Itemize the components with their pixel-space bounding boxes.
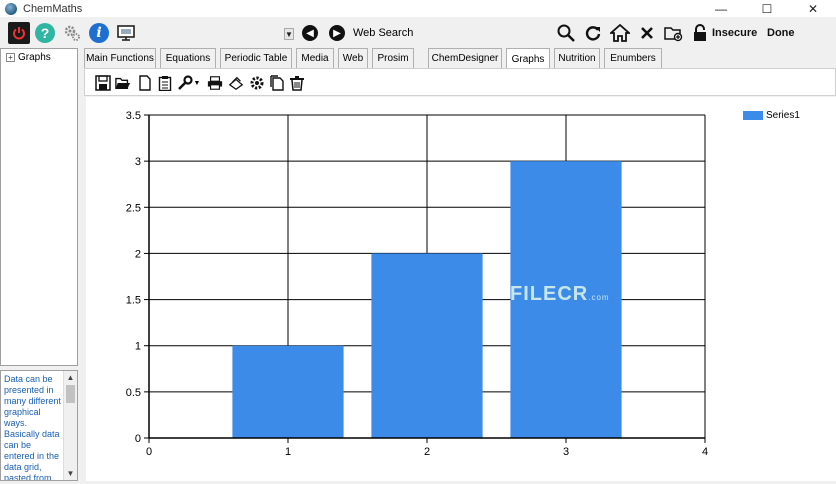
tab-graphs[interactable]: Graphs: [506, 48, 550, 69]
forward-icon[interactable]: ▶: [326, 22, 348, 44]
web-search-label[interactable]: Web Search: [353, 27, 413, 39]
power-icon[interactable]: [8, 22, 30, 44]
x-tick-label: 1: [285, 446, 291, 458]
description-scrollbar[interactable]: ▲ ▼: [63, 371, 77, 480]
graph-toolbar: ▼: [84, 68, 836, 96]
chart-area: 0 0.5 1 1.5 2 2.5 3 3.5 0 1 2 3 4 FILECR.com Series1: [86, 97, 836, 481]
legend-series-label: Series1: [766, 110, 800, 121]
help-icon[interactable]: ?: [34, 22, 56, 44]
bar-chart: 0 0.5 1 1.5 2 2.5 3 3.5 0 1 2 3 4: [126, 110, 708, 458]
screen-icon[interactable]: [115, 22, 137, 44]
tree-item-graphs[interactable]: + Graphs: [1, 49, 77, 63]
y-tick-label: 2.5: [126, 202, 141, 214]
y-tick-label: 3.5: [126, 110, 141, 122]
tab-web[interactable]: Web: [338, 48, 368, 68]
info-icon[interactable]: i: [88, 22, 110, 44]
delete-icon[interactable]: [289, 75, 305, 91]
tab-nutrition[interactable]: Nutrition: [554, 48, 600, 68]
maximize-button[interactable]: ☐: [744, 0, 790, 17]
settings-icon[interactable]: [249, 75, 265, 91]
wrench-dropdown-icon[interactable]: ▼: [193, 75, 201, 91]
back-icon[interactable]: ◀: [299, 22, 321, 44]
tab-chemdesigner[interactable]: ChemDesigner: [428, 48, 502, 68]
clipboard-icon[interactable]: [157, 75, 173, 91]
watermark-text: FILECR: [510, 283, 589, 305]
chevron-down-icon[interactable]: ▼: [284, 28, 294, 40]
tab-equations[interactable]: Equations: [160, 48, 216, 68]
x-tick-label: 3: [563, 446, 569, 458]
search-icon[interactable]: [555, 22, 577, 44]
app-logo-icon: [5, 2, 17, 15]
title-bar: ChemMaths — ☐ ✕: [0, 0, 836, 17]
y-tick-label: 3: [135, 156, 141, 168]
done-button[interactable]: Done: [767, 27, 795, 39]
lock-icon: [689, 22, 711, 44]
wrench-icon[interactable]: [177, 75, 193, 91]
tab-prosim[interactable]: Prosim: [372, 48, 414, 68]
description-panel: Data can be presented in many different …: [0, 370, 78, 481]
minimize-button[interactable]: —: [698, 0, 744, 17]
add-folder-icon[interactable]: [662, 22, 684, 44]
y-tick-label: 1.5: [126, 295, 141, 307]
scroll-up-icon[interactable]: ▲: [64, 371, 77, 384]
close-window-button[interactable]: ✕: [790, 0, 836, 17]
window-controls: — ☐ ✕: [698, 0, 836, 17]
refresh-icon[interactable]: [582, 22, 604, 44]
new-document-icon[interactable]: [137, 75, 153, 91]
tab-media[interactable]: Media: [296, 48, 334, 68]
watermark-suffix: .com: [588, 293, 610, 302]
scroll-down-icon[interactable]: ▼: [64, 467, 77, 480]
main-toolbar: ? i ▼ ◀ ▶ Web Search Insecure Done: [0, 18, 836, 48]
y-tick-label: 0: [135, 433, 141, 445]
tab-strip: Main Functions Equations Periodic Table …: [84, 48, 836, 69]
chart-legend: Series1: [743, 110, 800, 121]
tab-periodic-table[interactable]: Periodic Table: [220, 48, 292, 68]
print-icon[interactable]: [207, 75, 223, 91]
home-icon[interactable]: [609, 22, 631, 44]
expand-icon[interactable]: +: [6, 53, 15, 62]
watermark: FILECR.com: [510, 283, 610, 306]
y-tick-label: 0.5: [126, 387, 141, 399]
settings-gears-icon[interactable]: [61, 22, 83, 44]
legend-swatch: [743, 111, 763, 120]
open-folder-icon[interactable]: [115, 75, 131, 91]
insecure-label: Insecure: [712, 27, 758, 39]
y-tick-label: 1: [135, 341, 141, 353]
description-text: Data can be presented in many different …: [4, 374, 61, 480]
x-tick-label: 0: [146, 446, 152, 458]
x-tick-label: 4: [702, 446, 708, 458]
scroll-thumb[interactable]: [66, 385, 75, 403]
y-tick-label: 2: [135, 248, 141, 260]
save-icon[interactable]: [95, 75, 111, 91]
tab-enumbers[interactable]: Enumbers: [604, 48, 662, 68]
window-title: ChemMaths: [23, 2, 83, 15]
bar: [232, 345, 344, 438]
stop-icon[interactable]: [636, 22, 658, 44]
x-tick-label: 2: [424, 446, 430, 458]
print-preview-icon[interactable]: [228, 75, 244, 91]
copy-icon[interactable]: [269, 75, 285, 91]
tree-panel: + Graphs: [0, 48, 78, 366]
tree-item-label[interactable]: Graphs: [18, 52, 51, 63]
tab-main-functions[interactable]: Main Functions: [84, 48, 156, 68]
bar: [371, 253, 483, 438]
